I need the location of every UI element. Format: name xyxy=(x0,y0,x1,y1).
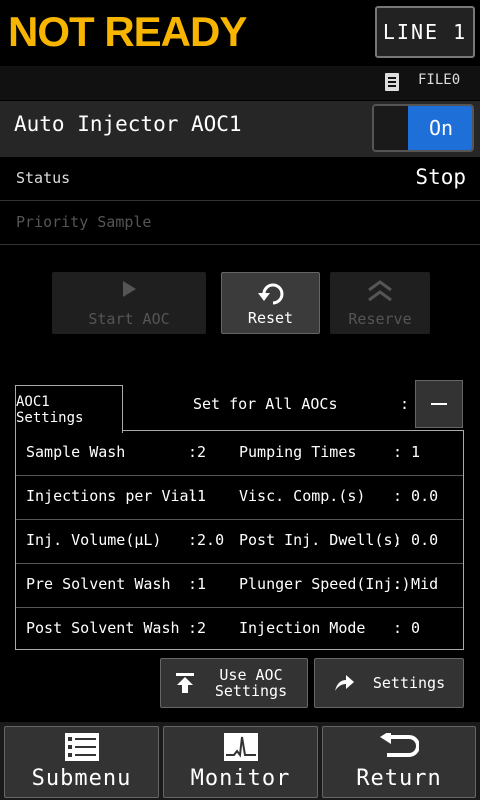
divider xyxy=(0,200,480,201)
page-title: NOT READY xyxy=(8,8,247,55)
file-name: FILE0 xyxy=(418,72,461,88)
table-row[interactable]: Pre Solvent Wash :1 Plunger Speed(Inj.) … xyxy=(16,563,463,608)
aoc-title: Auto Injector AOC1 xyxy=(14,112,242,136)
param-label: Inj. Volume(µL) xyxy=(26,531,162,549)
file-icon xyxy=(385,73,399,91)
divider xyxy=(0,244,480,245)
param-value: :1 xyxy=(188,487,207,505)
reset-button[interactable]: Reset xyxy=(221,272,320,334)
status-label: Status xyxy=(16,169,71,187)
aoc-power-toggle[interactable]: On xyxy=(372,104,474,152)
use-aoc-label-2: Settings xyxy=(214,682,288,700)
upload-icon xyxy=(176,673,194,693)
return-button[interactable]: Return xyxy=(322,726,476,798)
param-value: : 0.0 xyxy=(393,487,439,505)
param-value: :2.0 xyxy=(188,531,225,549)
reset-label: Reset xyxy=(247,309,294,327)
param-value: :2 xyxy=(188,619,207,637)
table-row[interactable]: Inj. Volume(µL) :2.0 Post Inj. Dwell(s) … xyxy=(16,519,463,564)
param-value: : 1 xyxy=(393,443,421,461)
submenu-button[interactable]: Submenu xyxy=(4,726,159,798)
return-label: Return xyxy=(356,766,442,791)
toggle-knob xyxy=(374,106,409,150)
tab-aoc1-settings[interactable]: AOC1 Settings xyxy=(15,385,123,433)
forward-arrow-icon xyxy=(335,675,354,691)
param-label: Injections per Vial xyxy=(26,487,198,505)
table-row[interactable]: Injections per Vial :1 Visc. Comp.(s) : … xyxy=(16,475,463,520)
start-aoc-button[interactable]: Start AOC xyxy=(52,272,206,334)
settings-button[interactable]: Settings xyxy=(314,658,464,708)
monitor-label: Monitor xyxy=(190,766,291,791)
settings-label: Settings xyxy=(372,674,446,692)
file-bar xyxy=(0,66,480,100)
param-label: Visc. Comp.(s) xyxy=(239,487,366,505)
param-value: : 0.0 xyxy=(393,531,439,549)
param-value: :2 xyxy=(188,443,207,461)
param-label: Pumping Times xyxy=(239,443,357,461)
toggle-on-label: On xyxy=(408,106,472,150)
submenu-label: Submenu xyxy=(31,766,132,791)
param-label: Plunger Speed(Inj.) xyxy=(239,575,411,593)
play-icon xyxy=(123,281,136,297)
reserve-icon xyxy=(368,280,392,302)
reserve-label: Reserve xyxy=(348,310,412,328)
return-icon xyxy=(380,733,419,757)
list-icon xyxy=(64,733,99,761)
reset-icon xyxy=(257,283,283,305)
param-value: :1 xyxy=(188,575,207,593)
reserve-button[interactable]: Reserve xyxy=(330,272,430,334)
param-label: Pre Solvent Wash xyxy=(26,575,171,593)
param-label: Post Inj. Dwell(s) xyxy=(239,531,402,549)
chromatogram-icon xyxy=(223,733,258,761)
param-label: Sample Wash xyxy=(26,443,126,461)
start-aoc-label: Start AOC xyxy=(88,310,170,328)
priority-sample-label: Priority Sample xyxy=(16,213,152,231)
settings-table: Sample Wash :2 Pumping Times : 1 Injecti… xyxy=(15,430,464,650)
table-row[interactable]: Post Solvent Wash :2 Injection Mode : 0 xyxy=(16,607,463,651)
status-value: Stop xyxy=(415,165,466,189)
set-all-colon: : xyxy=(400,395,410,413)
use-aoc-settings-button[interactable]: Use AOC Settings xyxy=(160,658,308,708)
set-all-aocs-label: Set for All AOCs xyxy=(193,395,338,413)
param-label: Post Solvent Wash xyxy=(26,619,180,637)
param-label: Injection Mode xyxy=(239,619,366,637)
monitor-button[interactable]: Monitor xyxy=(163,726,318,798)
set-all-aocs-button[interactable] xyxy=(415,380,463,428)
table-row[interactable]: Sample Wash :2 Pumping Times : 1 xyxy=(16,431,463,476)
param-value: : 0 xyxy=(393,619,421,637)
param-value: : Mid xyxy=(393,575,439,593)
line-select-button[interactable]: LINE 1 xyxy=(375,6,475,58)
use-aoc-label-1: Use AOC xyxy=(219,666,283,684)
minus-icon xyxy=(431,403,447,405)
